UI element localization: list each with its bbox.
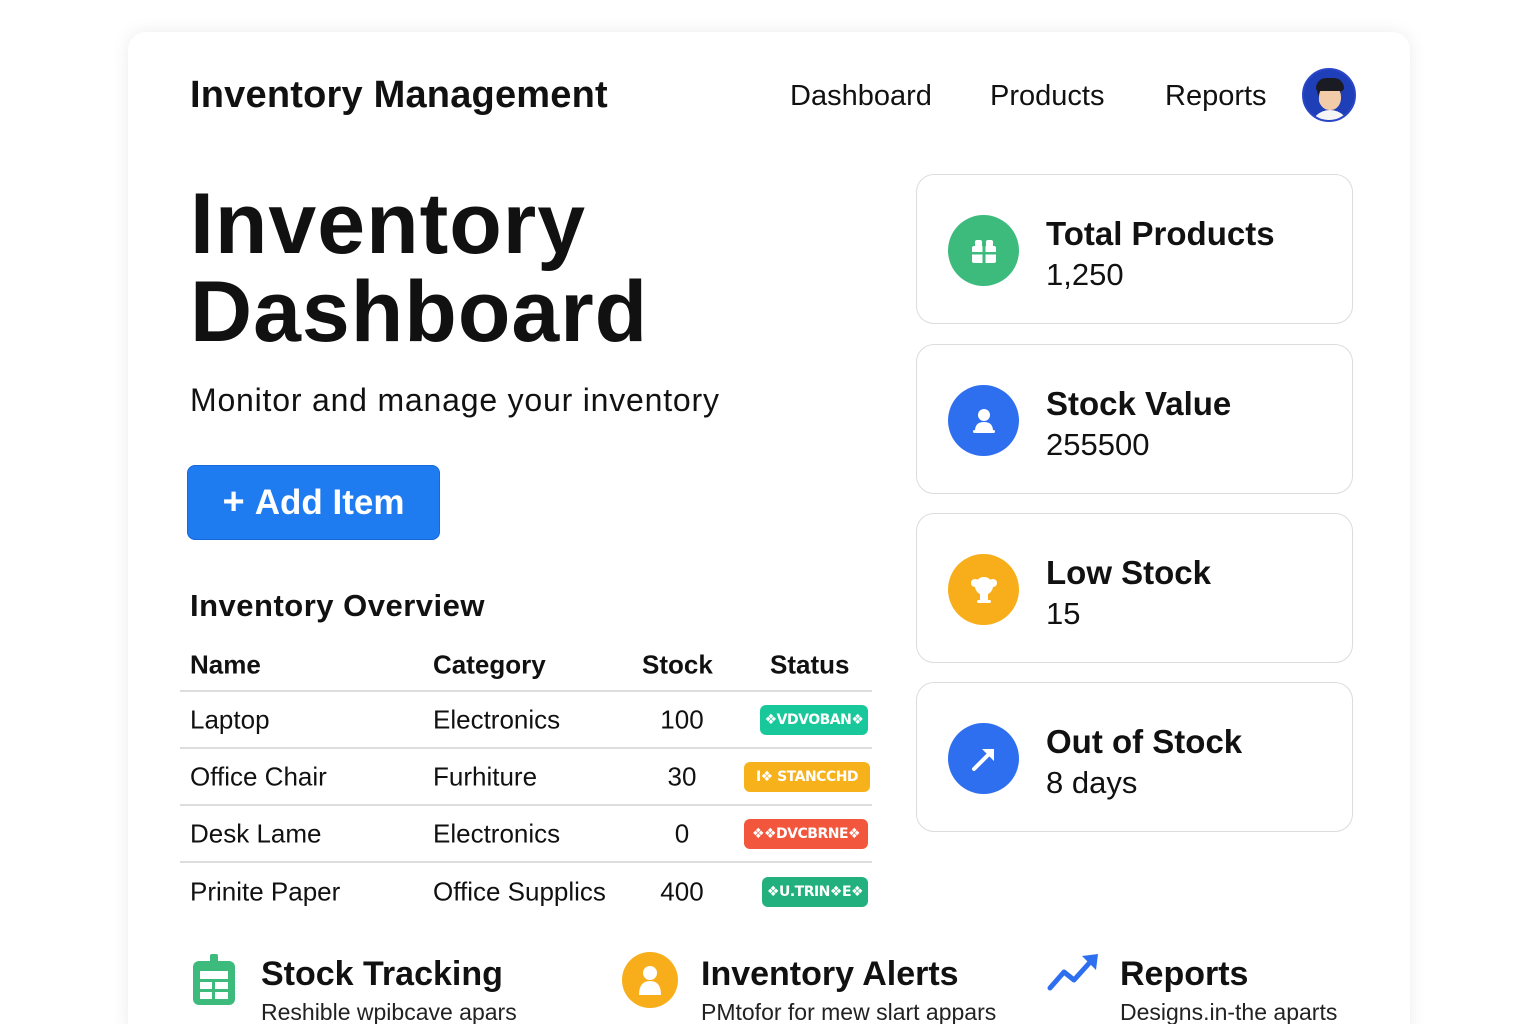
feature-title: Stock Tracking xyxy=(261,955,503,993)
stat-label: Low Stock xyxy=(1046,554,1212,591)
stat-card-out-of-stock[interactable]: Out of Stock 8 days xyxy=(916,682,1353,832)
table-row[interactable]: Prinite Paper Office Supplics 400 ❖U.TRI… xyxy=(180,863,872,920)
stat-label: Total Products xyxy=(1046,215,1275,252)
row-name: Office Chair xyxy=(190,761,327,791)
stat-label: Out of Stock xyxy=(1046,723,1243,760)
user-icon xyxy=(948,385,1019,456)
overview-title: Inventory Overview xyxy=(190,588,486,623)
stat-value: 15 xyxy=(1046,596,1081,631)
nav-products[interactable]: Products xyxy=(990,80,1104,113)
page-title-line2: Dashboard xyxy=(190,264,649,360)
page-title: Inventory Dashboard xyxy=(190,180,648,356)
nav-dashboard[interactable]: Dashboard xyxy=(790,80,932,113)
calendar-grid-icon xyxy=(190,953,238,1012)
stat-card-low-stock[interactable]: Low Stock 15 xyxy=(916,513,1353,663)
row-name: Prinite Paper xyxy=(190,876,341,906)
app-title: Inventory Management xyxy=(190,74,608,116)
gift-icon xyxy=(948,215,1019,286)
status-badge: ❖VDVOBAN❖ xyxy=(760,704,868,735)
table-row[interactable]: Desk Lame Electronics 0 ❖❖DVCBRNE❖ xyxy=(180,806,872,863)
feature-desc: PMtofor for mew slart appars xyxy=(701,999,997,1024)
col-header-stock[interactable]: Stock xyxy=(642,650,713,681)
feature-desc: Reshible wpibcave apars xyxy=(261,999,517,1024)
feature-desc: Designs.in-the aparts xyxy=(1120,999,1338,1024)
stat-label: Stock Value xyxy=(1046,385,1232,422)
table-header: Name Category Stock Status xyxy=(180,640,872,692)
arrow-up-right-icon xyxy=(948,723,1019,794)
row-stock: 100 xyxy=(660,704,704,734)
row-stock: 30 xyxy=(667,761,697,791)
status-badge: ❖❖DVCBRNE❖ xyxy=(744,818,868,849)
stat-card-stock-value[interactable]: Stock Value 255500 xyxy=(916,344,1353,494)
row-category: Electronics xyxy=(433,704,561,734)
stat-value: 8 days xyxy=(1046,765,1138,800)
inventory-table: Name Category Stock Status Laptop Electr… xyxy=(180,640,872,920)
trend-up-icon xyxy=(1046,950,1100,999)
stat-value: 255500 xyxy=(1046,427,1150,462)
row-category: Furhiture xyxy=(433,761,538,791)
row-name: Laptop xyxy=(190,704,270,734)
status-badge: ❖U.TRIN❖E❖ xyxy=(762,876,868,907)
plus-icon: + xyxy=(222,480,245,523)
trophy-icon xyxy=(948,554,1019,625)
table-row[interactable]: Office Chair Furhiture 30 I❖ STANCCHD xyxy=(180,749,872,806)
col-header-status[interactable]: Status xyxy=(770,650,849,681)
row-category: Electronics xyxy=(433,818,561,848)
table-row[interactable]: Laptop Electronics 100 ❖VDVOBAN❖ xyxy=(180,692,872,749)
col-header-category[interactable]: Category xyxy=(433,650,546,681)
feature-title: Reports xyxy=(1120,955,1249,993)
col-header-name[interactable]: Name xyxy=(190,650,261,681)
row-name: Desk Lame xyxy=(190,818,322,848)
add-item-button[interactable]: + Add Item xyxy=(187,465,440,540)
person-icon xyxy=(622,952,678,1008)
status-badge: I❖ STANCCHD xyxy=(744,761,870,792)
row-stock: 400 xyxy=(660,876,704,906)
page-subtitle: Monitor and manage your inventory xyxy=(190,382,720,418)
feature-title: Inventory Alerts xyxy=(701,955,959,993)
row-category: Office Supplics xyxy=(433,876,606,906)
stat-value: 1,250 xyxy=(1046,257,1124,292)
user-avatar[interactable] xyxy=(1302,68,1356,122)
nav-reports[interactable]: Reports xyxy=(1165,80,1267,113)
stat-card-total-products[interactable]: Total Products 1,250 xyxy=(916,174,1353,324)
row-stock: 0 xyxy=(674,818,690,848)
page-title-line1: Inventory xyxy=(190,176,587,272)
add-item-label: Add Item xyxy=(254,482,405,522)
